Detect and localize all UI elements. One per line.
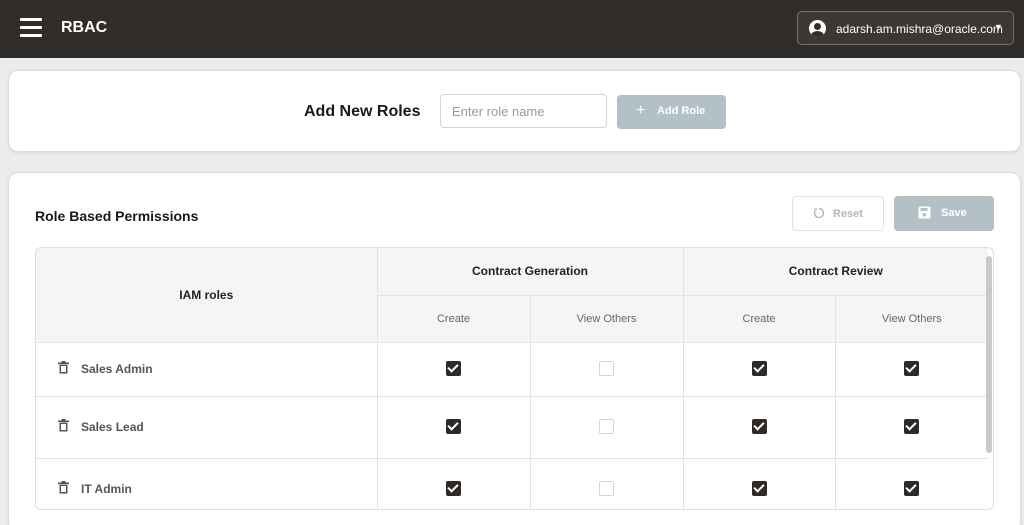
permission-checkbox[interactable] — [599, 419, 614, 435]
column-header-view-others: View Others — [530, 295, 684, 343]
add-roles-card: Add New Roles + Add Role — [8, 70, 1021, 152]
top-bar: RBAC adarsh.am.mishra@oracle.com ▼ — [0, 0, 1024, 58]
role-name: Sales Admin — [81, 362, 153, 376]
hamburger-icon[interactable] — [20, 18, 42, 38]
role-cell: Sales Lead — [36, 396, 378, 459]
app-title: RBAC — [61, 19, 108, 36]
permissions-table: IAM roles Contract Generation Contract R… — [35, 247, 994, 510]
role-cell: Sales Admin — [36, 342, 378, 397]
role-name: IT Admin — [81, 482, 132, 496]
user-circle-icon — [809, 20, 826, 37]
column-header-iam-roles: IAM roles — [36, 248, 378, 343]
column-header-view-others: View Others — [835, 295, 989, 343]
permission-checkbox[interactable] — [446, 361, 461, 377]
add-role-button[interactable]: + Add Role — [617, 95, 726, 129]
save-label: Save — [941, 207, 967, 219]
role-name-input[interactable] — [440, 94, 607, 128]
reset-label: Reset — [833, 208, 863, 220]
caret-down-icon: ▼ — [994, 22, 1003, 32]
trash-icon[interactable] — [58, 419, 69, 435]
permission-checkbox[interactable] — [599, 361, 614, 377]
role-cell: IT Admin — [36, 458, 378, 509]
trash-icon[interactable] — [58, 361, 69, 377]
user-menu-button[interactable]: adarsh.am.mishra@oracle.com ▼ — [797, 11, 1014, 45]
reset-icon — [813, 207, 825, 222]
group-header-contract-review: Contract Review — [683, 248, 989, 296]
table-scrollbar[interactable] — [986, 256, 992, 453]
table-row: Sales Lead — [36, 396, 989, 459]
add-role-label: Add Role — [657, 105, 706, 117]
reset-button[interactable]: Reset — [792, 196, 884, 231]
trash-icon[interactable] — [58, 481, 69, 497]
role-name: Sales Lead — [81, 420, 144, 434]
permission-checkbox[interactable] — [904, 419, 920, 435]
table-row: IT Admin — [36, 458, 989, 509]
plus-icon: + — [636, 102, 646, 119]
group-header-contract-generation: Contract Generation — [377, 248, 684, 296]
column-header-create: Create — [377, 295, 531, 343]
permissions-title: Role Based Permissions — [35, 208, 199, 224]
save-button[interactable]: Save — [894, 196, 994, 231]
permission-checkbox[interactable] — [751, 419, 767, 435]
permission-checkbox[interactable] — [904, 481, 920, 497]
user-email: adarsh.am.mishra@oracle.com — [836, 22, 1003, 36]
add-roles-title: Add New Roles — [304, 103, 421, 120]
permission-checkbox[interactable] — [446, 419, 461, 435]
save-icon — [918, 206, 931, 222]
permission-checkbox[interactable] — [904, 361, 920, 377]
permission-checkbox[interactable] — [751, 481, 767, 497]
permission-checkbox[interactable] — [446, 481, 461, 497]
permissions-card: Role Based Permissions Reset Save IAM ro… — [8, 172, 1021, 525]
table-row: Sales Admin — [36, 342, 989, 397]
column-header-create: Create — [683, 295, 836, 343]
permission-checkbox[interactable] — [751, 361, 767, 377]
permission-checkbox[interactable] — [599, 481, 614, 497]
